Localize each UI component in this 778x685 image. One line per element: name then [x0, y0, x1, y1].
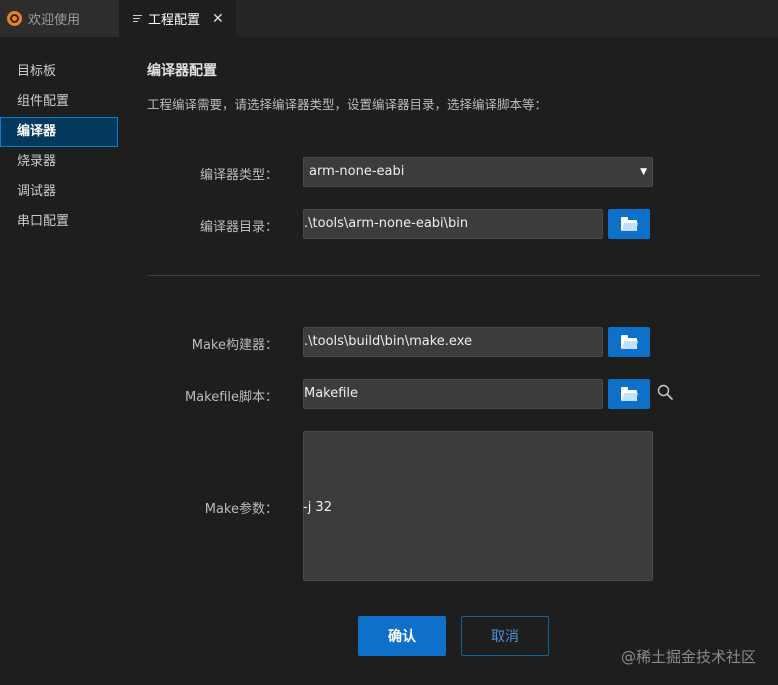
- make-builder-browse-button[interactable]: [608, 327, 650, 357]
- makefile-browse-button[interactable]: [608, 379, 650, 409]
- tab-welcome[interactable]: 欢迎使用: [0, 0, 119, 37]
- compiler-dir-label: 编译器目录：: [199, 220, 278, 235]
- list-icon: [133, 13, 142, 25]
- tab-bar: 欢迎使用 工程配置 ✕: [0, 0, 778, 37]
- tab-project-config[interactable]: 工程配置 ✕: [119, 0, 236, 37]
- compiler-dir-browse-button[interactable]: [608, 209, 650, 239]
- folder-icon: [621, 386, 637, 401]
- search-icon[interactable]: [657, 384, 674, 401]
- makefile-input[interactable]: Makefile: [303, 379, 603, 409]
- close-icon[interactable]: ✕: [212, 12, 224, 26]
- compiler-dir-input[interactable]: .\tools\arm-none-eabi\bin: [303, 209, 603, 239]
- sidebar-item-components[interactable]: 组件配置: [0, 87, 118, 117]
- watermark: @稀土掘金技术社区: [620, 648, 756, 666]
- confirm-button[interactable]: 确认: [358, 616, 446, 656]
- page-description: 工程编译需要，请选择编译器类型，设置编译器目录，选择编译脚本等：: [147, 97, 548, 112]
- folder-icon: [621, 216, 637, 231]
- sidebar-item-compiler[interactable]: 编译器: [0, 117, 118, 147]
- folder-icon: [621, 334, 637, 349]
- make-args-textarea[interactable]: [303, 431, 653, 581]
- page-title: 编译器配置: [147, 63, 217, 79]
- tab-label: 工程配置: [148, 13, 201, 28]
- make-builder-input[interactable]: .\tools\build\bin\make.exe: [303, 327, 603, 357]
- tab-label: 欢迎使用: [28, 13, 81, 28]
- compiler-type-label: 编译器类型：: [199, 168, 278, 183]
- make-args-label: Make参数：: [204, 502, 278, 517]
- compiler-type-value: arm-none-eabi: [309, 164, 405, 179]
- app-logo-icon: [7, 11, 22, 26]
- dropdown-arrow-icon: ▼: [640, 167, 647, 177]
- sidebar: 目标板 组件配置 编译器 烧录器 调试器 串口配置: [0, 57, 118, 237]
- divider: [147, 275, 760, 276]
- make-args-value: -j 32: [303, 500, 332, 515]
- make-builder-label: Make构建器：: [191, 338, 278, 353]
- cancel-button[interactable]: 取消: [461, 616, 549, 656]
- makefile-label: Makefile脚本：: [184, 390, 278, 405]
- compiler-type-select[interactable]: arm-none-eabi ▼: [303, 157, 653, 187]
- sidebar-item-target-board[interactable]: 目标板: [0, 57, 118, 87]
